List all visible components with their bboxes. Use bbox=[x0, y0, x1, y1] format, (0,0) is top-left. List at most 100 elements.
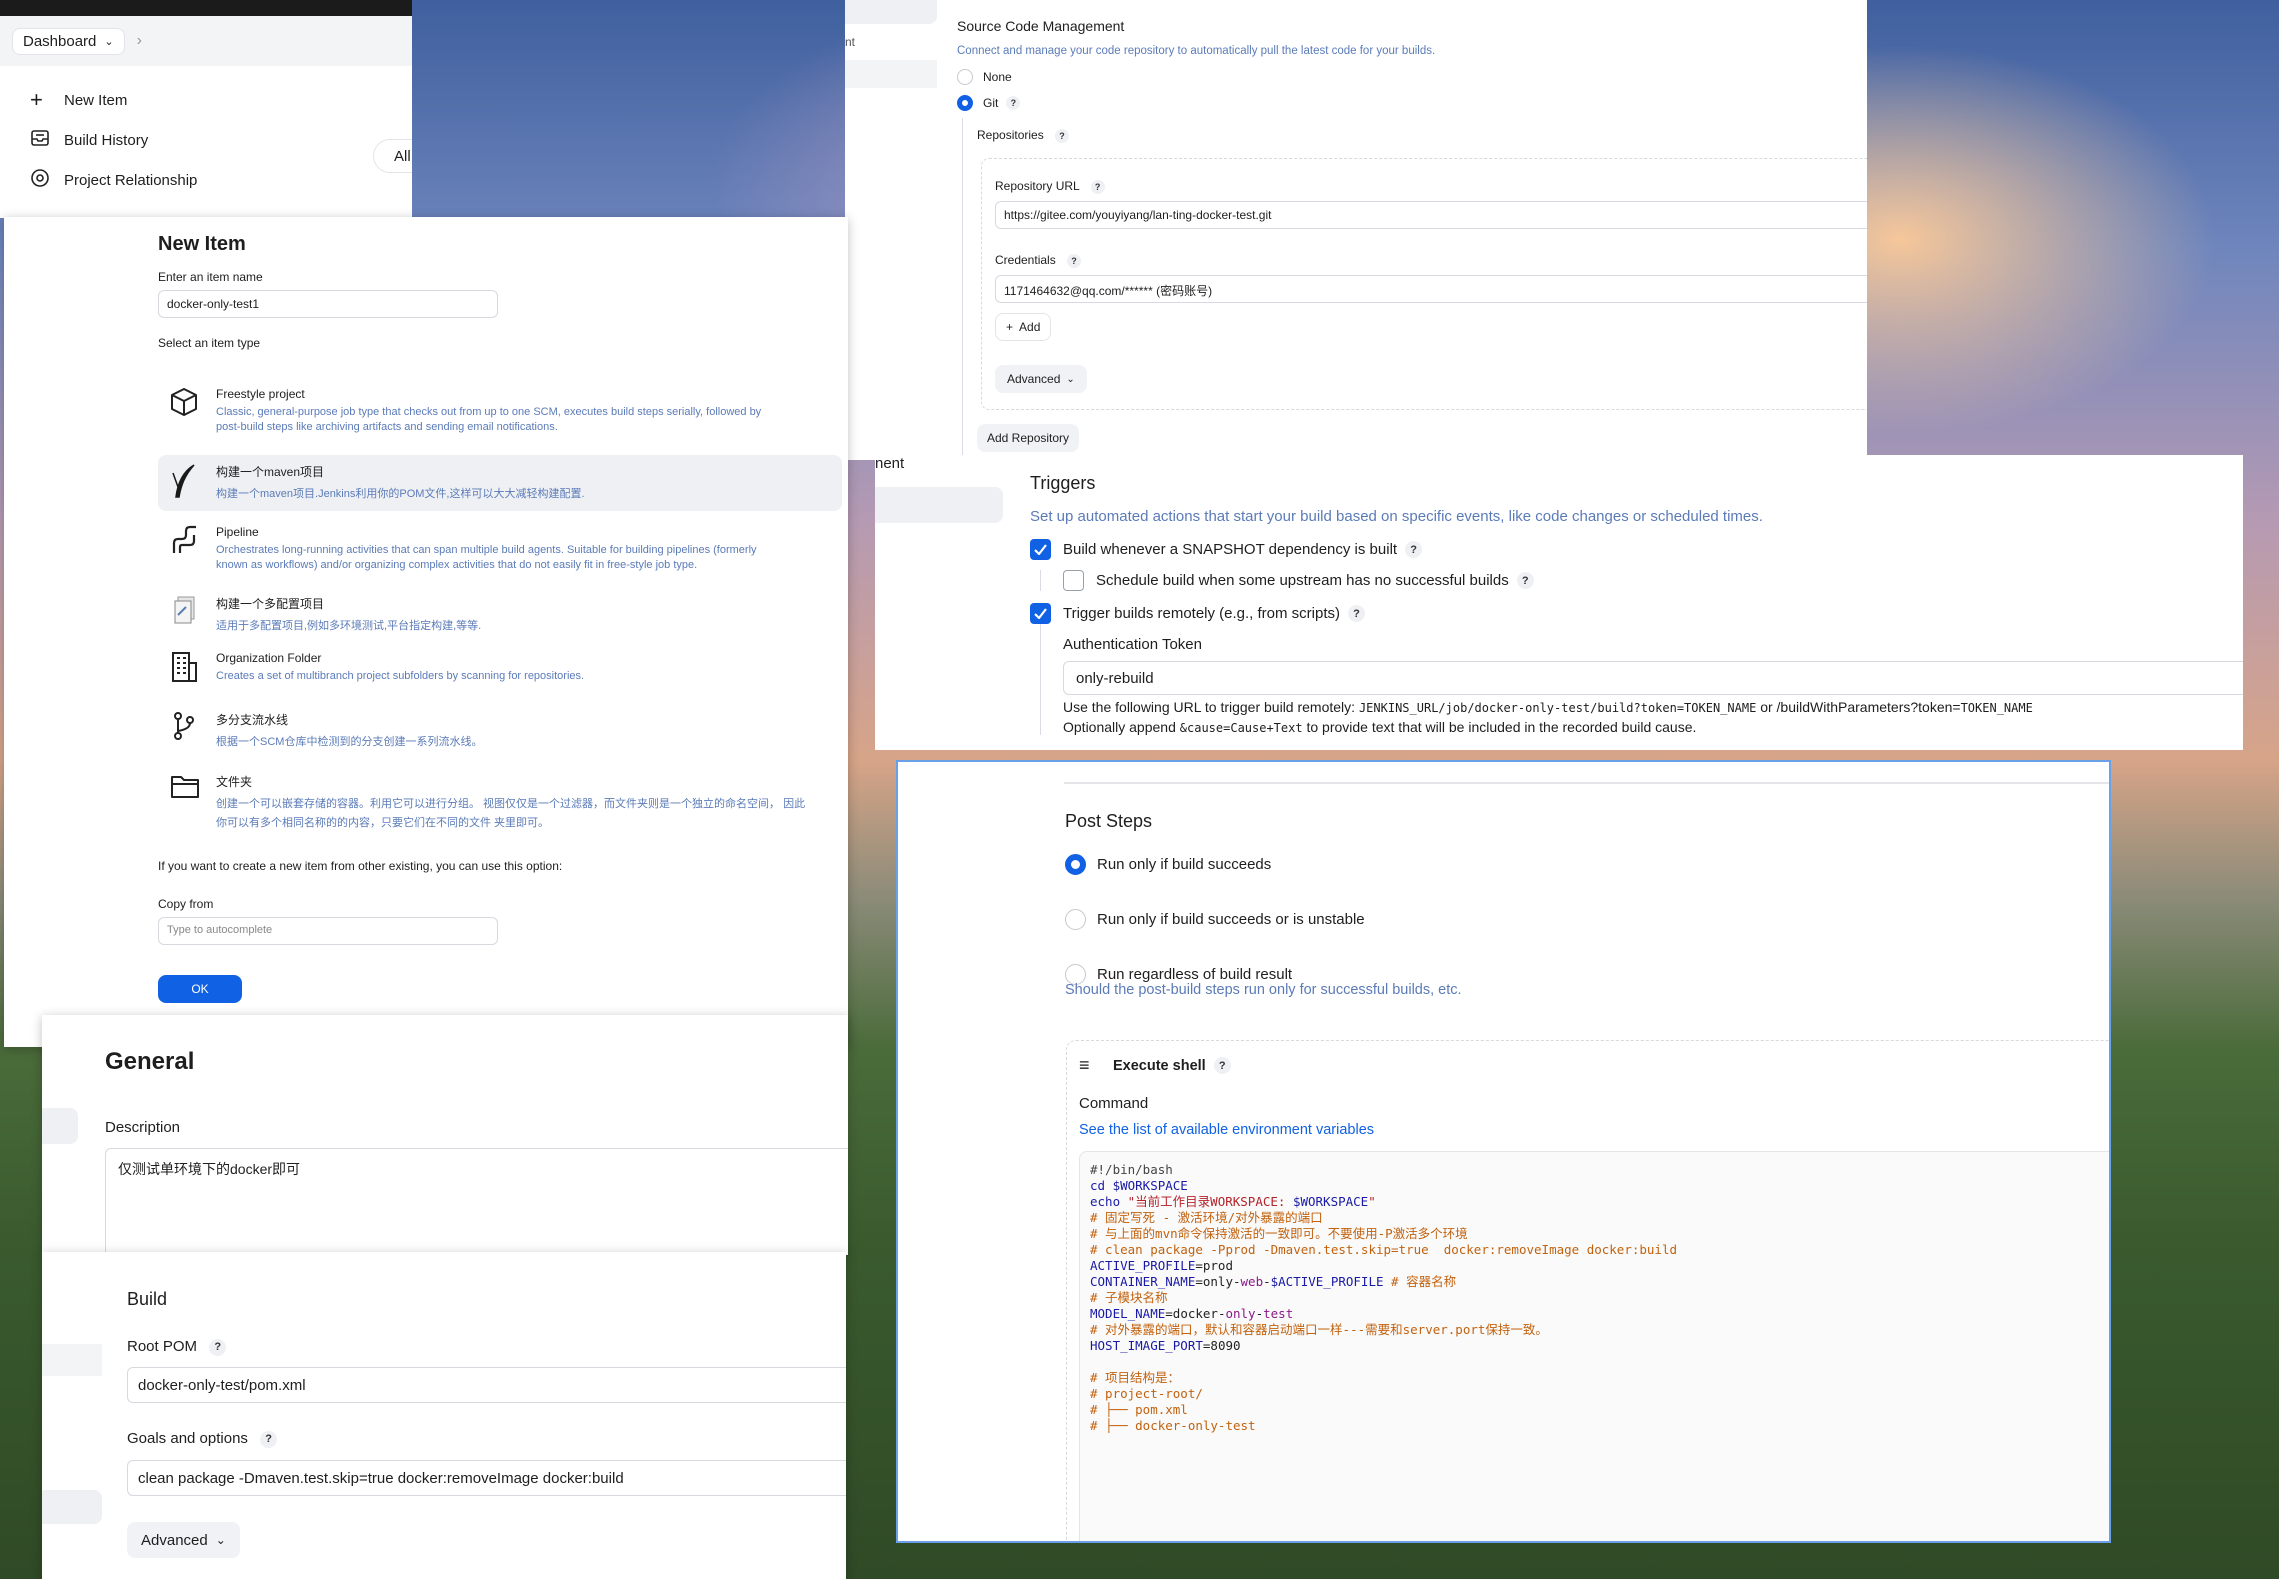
help-icon[interactable]: ? bbox=[1405, 541, 1423, 558]
checkbox[interactable] bbox=[1030, 603, 1051, 624]
code-token: only bbox=[1225, 1306, 1256, 1321]
item-type-organization-folder[interactable]: Organization Folder Creates a set of mul… bbox=[158, 643, 842, 703]
code-line: # 子模块名称 bbox=[1090, 1290, 2109, 1306]
help-icon[interactable]: ? bbox=[1213, 1057, 1231, 1074]
item-type-maven[interactable]: 构建一个maven项目 构建一个maven项目.Jenkins利用你的POM文件… bbox=[158, 455, 842, 511]
checkbox-remote[interactable]: Trigger builds remotely (e.g., from scri… bbox=[1030, 603, 2243, 624]
chevron-down-icon: ⌄ bbox=[104, 35, 114, 48]
input-value: https://gitee.com/youyiyang/lan-ting-doc… bbox=[1004, 208, 1272, 222]
field-label: Command bbox=[1079, 1095, 1149, 1112]
field-label: Authentication Token bbox=[1063, 636, 1202, 653]
help-text: to provide text that will be included in… bbox=[1302, 719, 1697, 735]
item-name-input[interactable]: docker-only-test1 bbox=[158, 290, 498, 318]
checkbox-schedule[interactable]: Schedule build when some upstream has no… bbox=[1040, 570, 2243, 591]
checkbox[interactable] bbox=[1030, 539, 1051, 560]
item-type-folder[interactable]: 文件夹 创建一个可以嵌套存储的容器。利用它可以进行分组。 视图仅仅是一个过滤器，… bbox=[158, 763, 842, 829]
code-line: #!/bin/bash bbox=[1090, 1162, 2109, 1178]
item-type-name: Pipeline bbox=[216, 525, 259, 539]
radio-run-success[interactable]: Run only if build succeeds bbox=[1065, 854, 2105, 875]
button-label: Add Repository bbox=[987, 431, 1070, 445]
section-title: General bbox=[105, 1048, 195, 1075]
copy-from-input[interactable]: Type to autocomplete bbox=[158, 917, 498, 945]
item-type-desc: 创建一个可以嵌套存储的容器。利用它可以进行分组。 视图仅仅是一个过滤器，而文件夹… bbox=[216, 798, 806, 810]
item-type-list: Freestyle project Classic, general-purpo… bbox=[158, 379, 842, 829]
item-type-pipeline[interactable]: Pipeline Orchestrates long-running activ… bbox=[158, 511, 842, 587]
repositories-label: Repositories bbox=[977, 128, 1044, 142]
help-text: or /buildWithParameters?token= bbox=[1756, 699, 1961, 715]
breadcrumb-dashboard[interactable]: Dashboard ⌄ bbox=[12, 27, 125, 55]
breadcrumb-label: Dashboard bbox=[23, 32, 97, 50]
credentials-select[interactable]: 1171464632@qq.com/****** (密码账号) bbox=[995, 275, 1867, 303]
root-pom-input[interactable]: docker-only-test/pom.xml bbox=[127, 1367, 846, 1403]
code-token: MODEL_NAME bbox=[1090, 1306, 1166, 1321]
help-icon[interactable]: ? bbox=[1090, 179, 1105, 194]
ok-button[interactable]: OK bbox=[158, 975, 242, 1003]
item-type-name: 文件夹 bbox=[216, 775, 253, 789]
item-type-freestyle[interactable]: Freestyle project Classic, general-purpo… bbox=[158, 379, 842, 449]
code-line: # 固定写死 - 激活环境/对外暴露的端口 bbox=[1090, 1210, 2109, 1226]
radio-button[interactable] bbox=[957, 69, 973, 85]
code-token: =docker- bbox=[1165, 1306, 1226, 1321]
new-item-window: New Item Enter an item name docker-only-… bbox=[4, 217, 848, 1047]
code-token: # clean package -Pprod -Dmaven.test.skip… bbox=[1090, 1242, 1677, 1257]
button-label: Add bbox=[1019, 320, 1041, 334]
input-value: docker-only-test/pom.xml bbox=[138, 1377, 306, 1394]
item-type-multibranch[interactable]: 多分支流水线 根据一个SCM仓库中检测到的分支创建一系列流水线。 bbox=[158, 703, 842, 763]
code-line: ACTIVE_PROFILE=prod bbox=[1090, 1258, 2109, 1274]
radio-button[interactable] bbox=[957, 95, 973, 111]
goals-input[interactable]: clean package -Dmaven.test.skip=true doc… bbox=[127, 1460, 846, 1496]
trigger-url-help: Use the following URL to trigger build r… bbox=[1063, 699, 2243, 715]
help-icon[interactable]: ? bbox=[260, 1430, 278, 1448]
description-textarea[interactable]: 仅测试单环境下的docker即可 bbox=[105, 1148, 848, 1255]
help-icon[interactable]: ? bbox=[1055, 128, 1070, 143]
item-type-multiconfig[interactable]: 构建一个多配置项目 适用于多配置项目,例如多环境测试,平台指定构建,等等. bbox=[158, 587, 842, 643]
side-menu: + New Item Build History Project Relatio… bbox=[0, 66, 412, 200]
help-icon[interactable]: ? bbox=[1006, 96, 1021, 110]
help-code: JENKINS_URL/job/docker-only-test/build?t… bbox=[1358, 701, 1757, 715]
env-vars-link[interactable]: the list of available environment variab… bbox=[1109, 1122, 1374, 1138]
post-steps-window: Post Steps Run only if build succeeds Ru… bbox=[896, 760, 2111, 1543]
advanced-button[interactable]: Advanced ⌄ bbox=[127, 1522, 240, 1558]
checkbox[interactable] bbox=[1063, 570, 1084, 591]
building-icon bbox=[158, 651, 216, 703]
button-label: Advanced bbox=[1007, 372, 1061, 386]
remote-options: Authentication Token only-rebuild Use th… bbox=[1040, 624, 2243, 735]
help-icon[interactable]: ? bbox=[1516, 572, 1534, 589]
item-type-name: Organization Folder bbox=[216, 651, 322, 665]
code-line: echo "当前工作目录WORKSPACE: $WORKSPACE" bbox=[1090, 1194, 2109, 1210]
help-icon[interactable]: ? bbox=[1067, 253, 1082, 268]
help-text: Use the following URL to trigger build r… bbox=[1063, 699, 1359, 715]
radio-button[interactable] bbox=[1065, 909, 1086, 930]
target-icon bbox=[30, 168, 64, 192]
advanced-button[interactable]: Advanced ⌄ bbox=[995, 365, 1087, 393]
side-fragment: nt bbox=[845, 35, 856, 49]
section-description: Connect and manage your code repository … bbox=[957, 45, 1436, 57]
item-type-desc: 根据一个SCM仓库中检测到的分支创建一系列流水线。 bbox=[216, 736, 483, 748]
field-label: Root POM bbox=[127, 1338, 198, 1355]
menu-item-new-item[interactable]: + New Item bbox=[30, 80, 412, 120]
execute-shell-block: ≡ Execute shell ? Command See the list o… bbox=[1066, 1040, 2109, 1541]
copy-hint: If you want to create a new item from ot… bbox=[158, 859, 563, 873]
code-line: HOST_IMAGE_PORT=8090 bbox=[1090, 1338, 2109, 1354]
section-title: Post Steps bbox=[1065, 811, 1153, 831]
radio-none[interactable]: None bbox=[957, 69, 1867, 85]
add-repository-button[interactable]: Add Repository bbox=[977, 424, 1080, 452]
radio-label: Git bbox=[983, 96, 999, 110]
radio-git[interactable]: Git ? bbox=[957, 95, 1867, 111]
radio-run-unstable[interactable]: Run only if build succeeds or is unstabl… bbox=[1065, 909, 2105, 930]
menu-item-build-history[interactable]: Build History bbox=[30, 120, 412, 160]
add-credentials-button[interactable]: + Add bbox=[995, 313, 1052, 341]
item-type-desc: Creates a set of multibranch project sub… bbox=[216, 670, 585, 682]
drag-handle-icon[interactable]: ≡ bbox=[1079, 1055, 1113, 1076]
help-icon[interactable]: ? bbox=[1348, 605, 1366, 622]
auth-token-input[interactable]: only-rebuild bbox=[1063, 661, 2243, 695]
checkbox-snapshot[interactable]: Build whenever a SNAPSHOT dependency is … bbox=[1030, 539, 2243, 560]
repository-url-input[interactable]: https://gitee.com/youyiyang/lan-ting-doc… bbox=[995, 201, 1867, 229]
menu-item-project-relationship[interactable]: Project Relationship bbox=[30, 160, 412, 200]
help-icon[interactable]: ? bbox=[209, 1338, 227, 1356]
radio-button[interactable] bbox=[1065, 854, 1086, 875]
view-tab-all[interactable]: All bbox=[373, 139, 412, 173]
code-line: # 对外暴露的端口，默认和容器启动端口一样---需要和server.port保持… bbox=[1090, 1322, 2109, 1338]
checkbox-label: Build whenever a SNAPSHOT dependency is … bbox=[1063, 541, 1398, 558]
command-editor[interactable]: #!/bin/bash cd $WORKSPACE echo "当前工作目录WORK… bbox=[1079, 1151, 2109, 1541]
